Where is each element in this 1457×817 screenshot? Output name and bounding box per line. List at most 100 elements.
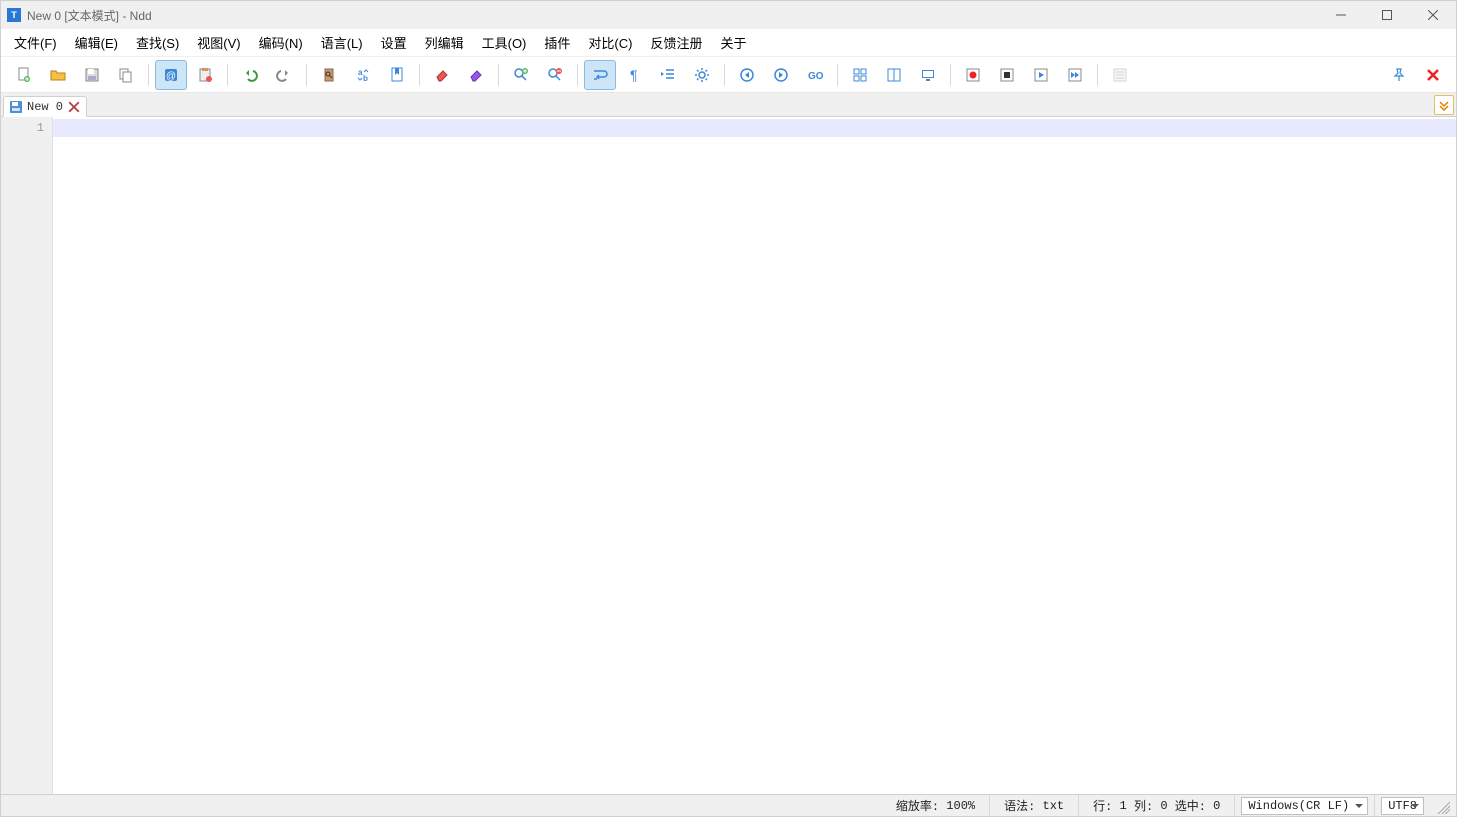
encoding-value: UTF8 <box>1388 799 1417 813</box>
paste-icon[interactable] <box>189 60 221 90</box>
menu-item-10[interactable]: 对比(C) <box>579 29 641 56</box>
status-syntax: 语法: txt <box>989 795 1078 816</box>
encoding-select[interactable]: UTF8 <box>1381 797 1424 815</box>
tabbar: New 0 <box>1 93 1456 117</box>
minimize-button[interactable] <box>1318 1 1364 29</box>
toolbar-separator <box>498 64 499 86</box>
monitor-icon[interactable] <box>912 60 944 90</box>
menu-item-3[interactable]: 视图(V) <box>188 29 249 56</box>
resize-grip[interactable] <box>1434 798 1450 814</box>
svg-text:@: @ <box>166 71 176 82</box>
find-icon[interactable] <box>313 60 345 90</box>
tag-icon[interactable]: @ <box>155 60 187 90</box>
indent-icon[interactable] <box>652 60 684 90</box>
prev-mark-icon[interactable] <box>731 60 763 90</box>
menubar: 文件(F)编辑(E)查找(S)视图(V)编码(N)语言(L)设置列编辑工具(O)… <box>1 29 1456 57</box>
next-mark-icon[interactable] <box>765 60 797 90</box>
toolbar-separator <box>724 64 725 86</box>
toolbar-separator <box>419 64 420 86</box>
copy-icon[interactable] <box>110 60 142 90</box>
toolbar-separator <box>227 64 228 86</box>
status-eol-cell: Windows(CR LF) <box>1234 795 1374 816</box>
titlebar: T New 0 [文本模式] - Ndd <box>1 1 1456 29</box>
maximize-button[interactable] <box>1364 1 1410 29</box>
new-file-icon[interactable] <box>8 60 40 90</box>
go-icon[interactable]: GO <box>799 60 831 90</box>
eraser-purple-icon[interactable] <box>460 60 492 90</box>
sel-value: 0 <box>1213 799 1220 813</box>
menu-item-9[interactable]: 插件 <box>535 29 579 56</box>
menu-item-6[interactable]: 设置 <box>372 29 416 56</box>
app-icon: T <box>7 8 21 22</box>
menu-item-4[interactable]: 编码(N) <box>250 29 312 56</box>
sel-label: 选中: <box>1175 797 1206 814</box>
undo-icon[interactable] <box>234 60 266 90</box>
toolbar: @ ab ¶ GO <box>1 57 1456 93</box>
disk-icon <box>10 101 22 113</box>
eraser-red-icon[interactable] <box>426 60 458 90</box>
pin-icon[interactable] <box>1383 60 1415 90</box>
menu-item-2[interactable]: 查找(S) <box>127 29 188 56</box>
tab-overflow-button[interactable] <box>1434 95 1454 115</box>
settings-gear-icon[interactable] <box>686 60 718 90</box>
editor-area: 1 <box>1 117 1456 794</box>
tab-label: New 0 <box>27 100 63 114</box>
pilcrow-icon[interactable]: ¶ <box>618 60 650 90</box>
syntax-value: txt <box>1043 799 1065 813</box>
menu-item-12[interactable]: 关于 <box>711 29 755 56</box>
svg-text:¶: ¶ <box>630 67 638 83</box>
menu-item-7[interactable]: 列编辑 <box>416 29 473 56</box>
line-value: 1 <box>1120 799 1127 813</box>
eol-select[interactable]: Windows(CR LF) <box>1241 797 1368 815</box>
menu-item-5[interactable]: 语言(L) <box>312 29 372 56</box>
line-gutter: 1 <box>1 117 53 794</box>
status-encoding-cell: UTF8 <box>1374 795 1430 816</box>
list-icon <box>1104 60 1136 90</box>
menu-item-1[interactable]: 编辑(E) <box>66 29 127 56</box>
line-number: 1 <box>1 119 44 137</box>
play-fast-icon[interactable] <box>1059 60 1091 90</box>
menu-item-11[interactable]: 反馈注册 <box>641 29 711 56</box>
syntax-label: 语法: <box>1004 797 1035 814</box>
wordwrap-icon[interactable] <box>584 60 616 90</box>
grid-icon[interactable] <box>844 60 876 90</box>
close-window-button[interactable] <box>1410 1 1456 29</box>
svg-text:b: b <box>363 74 368 83</box>
toolbar-separator <box>577 64 578 86</box>
zoom-value: 100% <box>946 799 975 813</box>
replace-icon[interactable]: ab <box>347 60 379 90</box>
toolbar-separator <box>837 64 838 86</box>
statusbar: 缩放率: 100% 语法: txt 行: 1 列: 0 选中: 0 Window… <box>1 794 1456 816</box>
toolbar-separator <box>148 64 149 86</box>
zoom-in-icon[interactable] <box>505 60 537 90</box>
col-value: 0 <box>1160 799 1167 813</box>
split-icon[interactable] <box>878 60 910 90</box>
window-title: New 0 [文本模式] - Ndd <box>27 7 152 24</box>
play-icon[interactable] <box>1025 60 1057 90</box>
toolbar-separator <box>950 64 951 86</box>
zoom-out-icon[interactable] <box>539 60 571 90</box>
col-label: 列: <box>1134 797 1153 814</box>
stop-icon[interactable] <box>991 60 1023 90</box>
line-label: 行: <box>1093 797 1112 814</box>
svg-text:GO: GO <box>808 71 823 82</box>
editor-line <box>53 119 1456 137</box>
bookmark-icon[interactable] <box>381 60 413 90</box>
zoom-label: 缩放率: <box>896 797 939 814</box>
menu-item-0[interactable]: 文件(F) <box>5 29 66 56</box>
close-all-icon[interactable] <box>1417 60 1449 90</box>
status-cursor: 行: 1 列: 0 选中: 0 <box>1078 795 1234 816</box>
open-file-icon[interactable] <box>42 60 74 90</box>
tab-new-0[interactable]: New 0 <box>3 96 87 117</box>
toolbar-separator <box>1097 64 1098 86</box>
menu-item-8[interactable]: 工具(O) <box>473 29 536 56</box>
text-input-area[interactable] <box>53 117 1456 794</box>
eol-value: Windows(CR LF) <box>1248 799 1349 813</box>
status-zoom: 缩放率: 100% <box>882 795 989 816</box>
record-icon[interactable] <box>957 60 989 90</box>
save-icon[interactable] <box>76 60 108 90</box>
redo-icon[interactable] <box>268 60 300 90</box>
tab-close-button[interactable] <box>68 101 80 113</box>
toolbar-separator <box>306 64 307 86</box>
window-controls <box>1318 1 1456 29</box>
